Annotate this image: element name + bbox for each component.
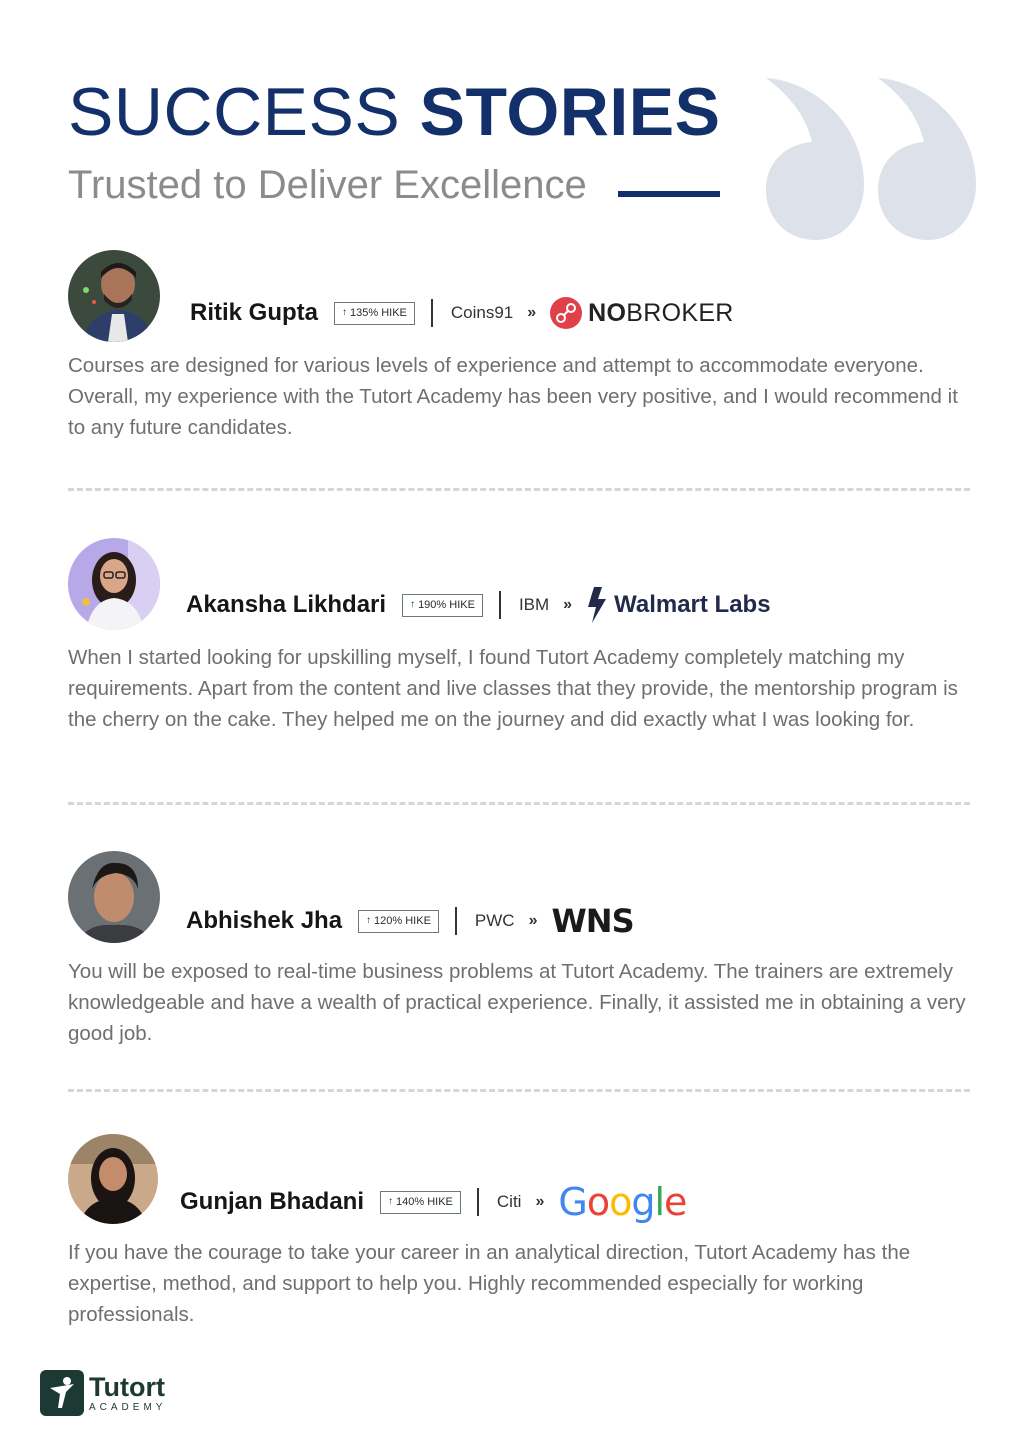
google-letter: o xyxy=(586,1180,610,1224)
tutort-logo-icon xyxy=(40,1370,84,1416)
story-info: Akansha Likhdari ↑ 190% HIKE IBM » Walma… xyxy=(186,587,771,623)
previous-company: PWC xyxy=(474,911,515,930)
company-name: Walmart Labs xyxy=(614,591,771,618)
hike-label: 120% HIKE xyxy=(374,914,431,927)
person-name: Gunjan Bhadani xyxy=(180,1188,365,1215)
separator xyxy=(430,299,433,327)
brand-name: Tutort xyxy=(89,1371,165,1402)
brand-logo: Tutort ACADEMY xyxy=(40,1370,166,1416)
story-info: Abhishek Jha ↑ 120% HIKE PWC » WNS xyxy=(186,902,635,940)
brand-subtitle: ACADEMY xyxy=(89,1401,167,1413)
page-title: SUCCESS STORIES xyxy=(68,78,720,146)
chevron-icon: » xyxy=(563,596,573,613)
separator xyxy=(476,1188,479,1216)
hike-arrow-icon: ↑ xyxy=(410,599,416,610)
avatar xyxy=(68,538,160,630)
chevron-icon: » xyxy=(535,1193,545,1210)
divider xyxy=(68,488,970,491)
testimonial-text: When I started looking for upskilling my… xyxy=(68,646,958,731)
title-light: SUCCESS xyxy=(68,74,401,150)
hike-label: 135% HIKE xyxy=(350,306,407,319)
testimonial-text: Courses are designed for various levels … xyxy=(68,354,958,439)
nobroker-logo-icon xyxy=(550,297,583,329)
separator xyxy=(498,591,501,619)
page-subtitle: Trusted to Deliver Excellence xyxy=(68,163,587,207)
walmart-spark-icon xyxy=(588,587,607,623)
previous-company: Coins91 xyxy=(450,303,514,322)
new-company-logo: NOBROKER xyxy=(550,297,734,329)
divider xyxy=(68,802,970,805)
testimonial-text: You will be exposed to real-time busines… xyxy=(68,960,966,1045)
chevron-icon: » xyxy=(527,304,537,321)
hike-badge: ↑ 120% HIKE xyxy=(358,909,439,933)
hike-arrow-icon: ↑ xyxy=(388,1196,394,1207)
story-info: Gunjan Bhadani ↑ 140% HIKE Citi » Google xyxy=(180,1180,687,1224)
new-company-logo: Google xyxy=(558,1180,687,1224)
google-letter: G xyxy=(558,1180,587,1224)
person-name: Abhishek Jha xyxy=(186,907,343,934)
hike-label: 190% HIKE xyxy=(418,598,475,611)
google-letter: o xyxy=(609,1180,632,1224)
google-letter: g xyxy=(631,1180,655,1224)
title-underline xyxy=(618,191,720,197)
divider xyxy=(68,1089,970,1092)
separator xyxy=(454,907,457,935)
new-company-logo: Walmart Labs xyxy=(586,587,771,623)
google-letter: l xyxy=(654,1180,665,1224)
hike-badge: ↑ 140% HIKE xyxy=(380,1190,461,1214)
company-name: Google xyxy=(558,1180,687,1224)
hike-arrow-icon: ↑ xyxy=(366,915,372,926)
title-bold: STORIES xyxy=(419,74,721,150)
testimonial-text: If you have the courage to take your car… xyxy=(68,1241,911,1326)
hike-badge: ↑ 190% HIKE xyxy=(402,593,483,617)
company-name-bold: NO xyxy=(588,298,627,327)
google-letter: e xyxy=(664,1180,687,1224)
person-name: Akansha Likhdari xyxy=(186,591,387,618)
hike-badge: ↑ 135% HIKE xyxy=(334,301,415,325)
chevron-icon: » xyxy=(528,912,538,929)
previous-company: Citi xyxy=(496,1192,522,1211)
new-company-logo: WNS xyxy=(551,902,635,940)
previous-company: IBM xyxy=(518,595,550,614)
avatar xyxy=(68,1134,158,1224)
person-name: Ritik Gupta xyxy=(190,299,319,326)
company-name: WNS xyxy=(551,902,635,940)
avatar xyxy=(68,851,160,943)
avatar xyxy=(68,250,160,342)
hike-arrow-icon: ↑ xyxy=(342,307,348,318)
quote-mark-icon xyxy=(766,78,976,240)
hike-label: 140% HIKE xyxy=(396,1195,453,1208)
story-info: Ritik Gupta ↑ 135% HIKE Coins91 » NOBROK… xyxy=(190,297,734,329)
company-name-rest: BROKER xyxy=(626,298,734,327)
